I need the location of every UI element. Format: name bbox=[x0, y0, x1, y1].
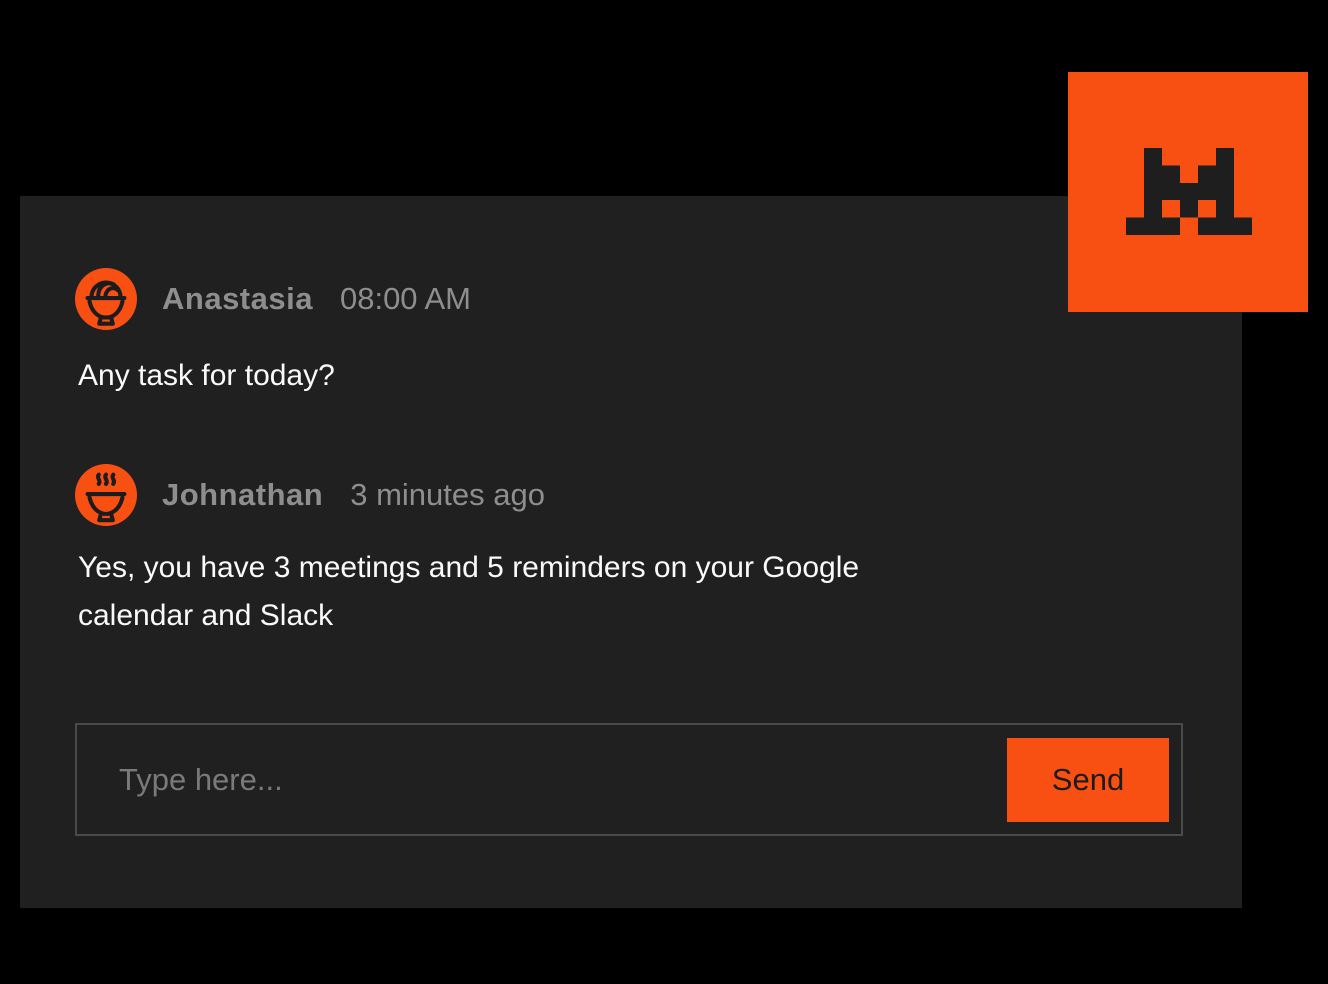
send-button[interactable]: Send bbox=[1007, 738, 1169, 822]
message-header: Anastasia 08:00 AM bbox=[75, 268, 471, 330]
author-name: Anastasia bbox=[162, 281, 313, 317]
author-name: Johnathan bbox=[162, 477, 323, 513]
rice-bowl-icon bbox=[75, 268, 137, 330]
chat-panel: Anastasia 08:00 AM Any task for today? J… bbox=[20, 196, 1242, 908]
message-header: Johnathan 3 minutes ago bbox=[75, 464, 545, 526]
app-logo bbox=[1068, 72, 1308, 312]
message-timestamp: 3 minutes ago bbox=[350, 477, 545, 513]
message-text: Yes, you have 3 meetings and 5 reminders… bbox=[78, 544, 958, 640]
message-text: Any task for today? bbox=[78, 357, 335, 395]
message-composer: Send bbox=[75, 723, 1183, 836]
avatar bbox=[75, 464, 137, 526]
message-timestamp: 08:00 AM bbox=[340, 281, 471, 317]
avatar bbox=[75, 268, 137, 330]
steaming-bowl-icon bbox=[75, 464, 137, 526]
